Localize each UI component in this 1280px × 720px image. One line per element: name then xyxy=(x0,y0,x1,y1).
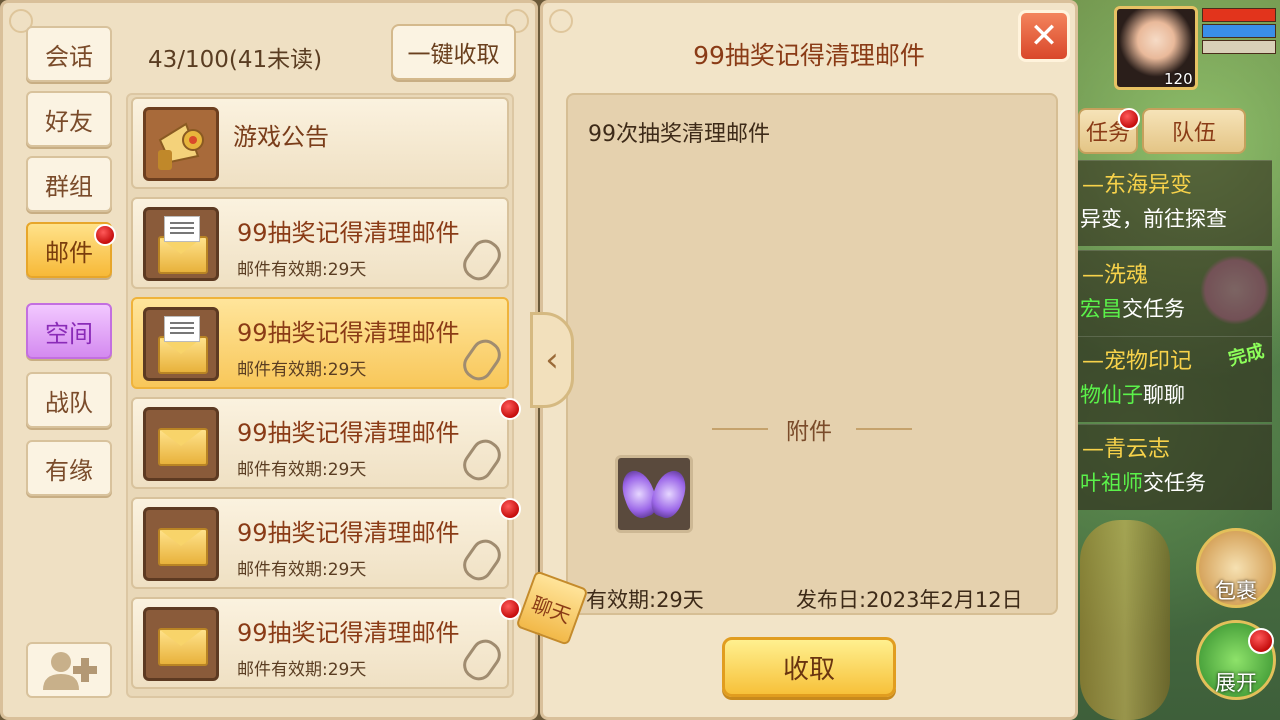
player-level: 120 xyxy=(1164,70,1193,88)
mail-expiry: 邮件有效期:29天 xyxy=(237,360,367,380)
unread-dot xyxy=(499,498,521,520)
divider-ornament xyxy=(712,428,768,430)
paperclip-icon xyxy=(457,234,507,286)
list-item-mail-selected[interactable]: 99抽奖记得清理邮件 邮件有效期:29天 xyxy=(131,297,509,389)
close-icon: ✕ xyxy=(1029,16,1059,56)
mail-title: 99抽奖记得清理邮件 xyxy=(237,519,460,547)
quest-desc: 异变，前往探查 xyxy=(1080,207,1227,231)
quest-title: —宠物印记 xyxy=(1082,349,1193,374)
expand-label: 展开 xyxy=(1215,671,1257,695)
mail-title: 99抽奖记得清理邮件 xyxy=(237,619,460,647)
exp-bar xyxy=(1202,40,1276,54)
envelope-icon xyxy=(143,407,219,481)
receive-button[interactable]: 收取 xyxy=(722,637,896,697)
paperclip-icon xyxy=(457,434,507,486)
detail-title: 99抽奖记得清理邮件 xyxy=(693,41,925,70)
mp-bar xyxy=(1202,24,1276,38)
mail-content-box xyxy=(566,93,1058,615)
opened-envelope-icon xyxy=(143,207,219,281)
paperclip-icon xyxy=(457,334,507,386)
tab-friends[interactable]: 好友 xyxy=(26,91,112,147)
quest-desc: 叶祖师交任务 xyxy=(1080,471,1206,495)
chevron-left-icon: ‹ xyxy=(545,340,559,380)
quest-item[interactable]: —青云志 叶祖师交任务 xyxy=(1078,424,1272,510)
quest-item[interactable]: —东海异变 异变，前往探查 xyxy=(1078,160,1272,246)
paperclip-icon xyxy=(457,634,507,686)
golden-dragon-statue xyxy=(1080,520,1170,720)
mail-expiry: 邮件有效期:29天 xyxy=(237,260,367,280)
mail-title: 99抽奖记得清理邮件 xyxy=(237,419,460,447)
list-item-mail[interactable]: 99抽奖记得清理邮件 邮件有效期:29天 xyxy=(131,497,509,589)
megaphone-icon xyxy=(143,107,219,181)
tab-chat[interactable]: 会话 xyxy=(26,26,112,82)
mail-expiry: 邮件有效期:29天 xyxy=(237,460,367,480)
unread-dot xyxy=(1118,108,1140,130)
bag-button[interactable]: 包裹 xyxy=(1196,528,1276,608)
quest-item[interactable]: —宠物印记 完成 物仙子聊聊 xyxy=(1078,336,1272,422)
unread-dot xyxy=(499,398,521,420)
tab-groups[interactable]: 群组 xyxy=(26,156,112,212)
tab-space[interactable]: 空间 xyxy=(26,303,112,359)
divider-ornament xyxy=(856,428,912,430)
collapse-handle[interactable]: ‹ xyxy=(530,312,574,408)
expiry-text: 有效期:29天 xyxy=(586,588,704,612)
quest-item[interactable]: —洗魂 宏昌交任务 xyxy=(1078,250,1272,336)
mail-expiry: 邮件有效期:29天 xyxy=(237,660,367,680)
mail-count: 43/100(41未读) xyxy=(148,47,323,73)
corner-ornament xyxy=(549,9,573,33)
close-button[interactable]: ✕ xyxy=(1018,10,1070,62)
list-item-mail[interactable]: 99抽奖记得清理邮件 邮件有效期:29天 xyxy=(131,397,509,489)
collect-all-button[interactable]: 一键收取 xyxy=(391,24,516,80)
tab-fate[interactable]: 有缘 xyxy=(26,440,112,496)
opened-envelope-icon xyxy=(143,307,219,381)
quest-title: —东海异变 xyxy=(1082,173,1193,198)
unread-dot xyxy=(1248,628,1274,654)
quest-desc: 物仙子聊聊 xyxy=(1080,383,1185,407)
tab-party[interactable]: 队伍 xyxy=(1142,108,1246,154)
envelope-icon xyxy=(143,607,219,681)
quest-desc: 宏昌交任务 xyxy=(1080,297,1185,321)
add-friend-button[interactable] xyxy=(26,642,112,698)
mail-expiry: 邮件有效期:29天 xyxy=(237,560,367,580)
attachment-label: 附件 xyxy=(786,419,832,445)
attachment-item-wings[interactable] xyxy=(615,455,693,533)
list-item-notice[interactable]: 游戏公告 xyxy=(131,97,509,189)
paperclip-icon xyxy=(457,534,507,586)
envelope-icon xyxy=(143,507,219,581)
mail-title: 游戏公告 xyxy=(233,123,329,151)
unread-dot xyxy=(94,224,116,246)
mail-body-text: 99次抽奖清理邮件 xyxy=(588,122,770,147)
quest-title: —青云志 xyxy=(1082,437,1171,462)
mail-title: 99抽奖记得清理邮件 xyxy=(237,219,460,247)
complete-badge: 完成 xyxy=(1226,340,1267,371)
bag-label: 包裹 xyxy=(1215,579,1257,603)
quest-title: —洗魂 xyxy=(1082,263,1149,288)
publish-date: 发布日:2023年2月12日 xyxy=(796,588,1023,612)
tab-team[interactable]: 战队 xyxy=(26,372,112,428)
list-item-mail[interactable]: 99抽奖记得清理邮件 邮件有效期:29天 xyxy=(131,597,509,689)
add-user-icon xyxy=(43,652,97,690)
hp-bar xyxy=(1202,8,1276,22)
mail-title: 99抽奖记得清理邮件 xyxy=(237,319,460,347)
list-item-mail[interactable]: 99抽奖记得清理邮件 邮件有效期:29天 xyxy=(131,197,509,289)
